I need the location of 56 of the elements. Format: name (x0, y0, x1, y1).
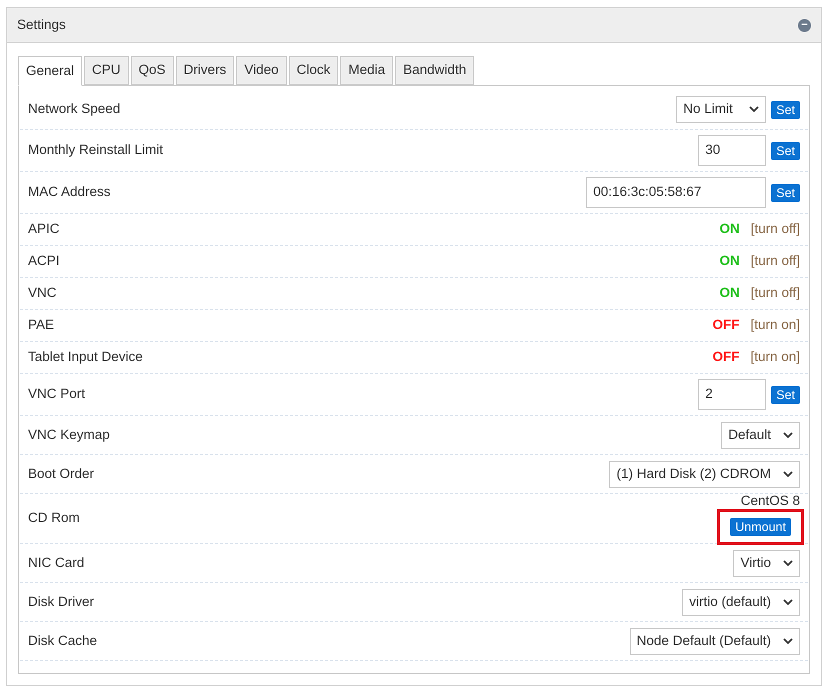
status-text: OFF (712, 316, 740, 334)
set-button[interactable]: Set (771, 386, 800, 404)
status-text: ON (719, 220, 740, 238)
tab[interactable]: Video (236, 56, 287, 85)
chevron-down-icon (783, 432, 793, 438)
tab[interactable]: General (18, 56, 82, 86)
panel-title: Settings (17, 16, 66, 34)
chevron-down-icon (783, 560, 793, 566)
setting-label: PAE (28, 316, 54, 334)
status-text: ON (719, 284, 740, 302)
chevron-down-icon (783, 638, 793, 644)
toggle-link[interactable]: [turn off] (750, 283, 800, 304)
dropdown[interactable]: (1) Hard Disk (2) CDROM (609, 460, 800, 488)
toggle-link[interactable]: [turn on] (750, 347, 800, 368)
setting-label: Tablet Input Device (28, 348, 143, 366)
toggle-link[interactable]: [turn on] (750, 315, 800, 336)
tab[interactable]: Bandwidth (395, 56, 474, 85)
tab[interactable]: Clock (288, 56, 338, 85)
tab[interactable]: Drivers (176, 56, 234, 85)
status-text: OFF (712, 348, 740, 366)
setting-label: Disk Cache (28, 632, 98, 650)
setting-label: VNC Port (28, 385, 86, 404)
dropdown[interactable]: virtio (default) (682, 588, 800, 616)
set-button[interactable]: Set (771, 100, 800, 118)
setting-label: ACPI (28, 252, 60, 270)
chevron-down-icon (783, 598, 793, 606)
setting-label: Boot Order (28, 464, 94, 483)
tab[interactable]: Media (340, 56, 394, 85)
chevron-down-icon (749, 106, 760, 113)
collapse-button[interactable]: − (798, 18, 811, 32)
input-field[interactable]: 00:16:3c:05:58:67 (586, 177, 766, 208)
setting-label: VNC (28, 284, 57, 302)
setting-label: Disk Driver (28, 592, 94, 611)
setting-label: MAC Address (28, 183, 111, 202)
dropdown[interactable]: Virtio (733, 550, 800, 576)
toggle-link[interactable]: [turn off] (750, 219, 800, 240)
setting-label: Network Speed (28, 100, 120, 118)
tab[interactable]: CPU (84, 56, 129, 85)
tab[interactable]: QoS (130, 56, 174, 85)
setting-label: APIC (28, 220, 60, 238)
chevron-down-icon (783, 470, 793, 478)
toggle-link[interactable]: [turn off] (750, 251, 800, 272)
dropdown[interactable]: No Limit (676, 96, 766, 123)
setting-label: VNC Keymap (28, 426, 110, 444)
setting-label: CD Rom (28, 509, 80, 528)
unmount-button[interactable]: Unmount (730, 518, 791, 536)
dropdown[interactable]: Default (721, 422, 800, 448)
input-field[interactable]: 30 (698, 135, 766, 166)
set-button[interactable]: Set (771, 184, 800, 202)
input-field[interactable]: 2 (698, 379, 766, 410)
status-text: ON (719, 252, 740, 270)
setting-label: Monthly Reinstall Limit (28, 141, 164, 160)
set-button[interactable]: Set (771, 142, 800, 160)
dropdown[interactable]: Node Default (Default) (630, 628, 800, 654)
mounted-media-text: CentOS 8 (740, 492, 800, 508)
setting-label: NIC Card (28, 554, 84, 572)
